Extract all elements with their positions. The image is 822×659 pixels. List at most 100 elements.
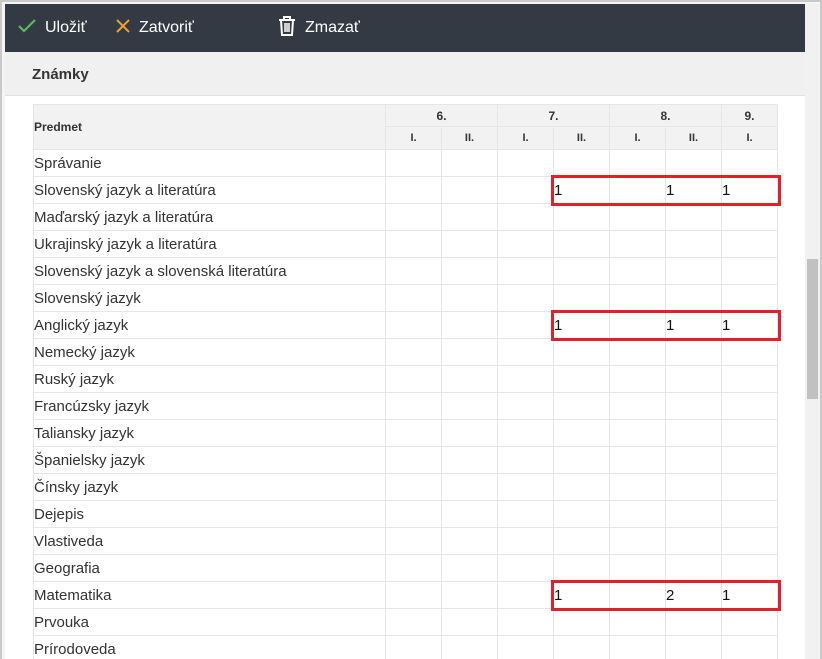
grade-cell[interactable] — [609, 608, 666, 636]
grade-cell[interactable] — [721, 257, 778, 285]
grade-cell[interactable] — [553, 527, 610, 555]
grade-cell[interactable] — [385, 527, 442, 555]
grade-cell[interactable]: 1 — [721, 581, 778, 609]
grade-cell[interactable] — [721, 230, 778, 258]
grade-cell[interactable] — [609, 257, 666, 285]
grade-cell[interactable] — [609, 176, 666, 204]
grade-cell[interactable] — [665, 500, 722, 528]
grade-cell[interactable] — [385, 446, 442, 474]
grade-cell[interactable]: 1 — [553, 581, 610, 609]
grade-cell[interactable] — [441, 149, 498, 177]
grade-cell[interactable] — [609, 230, 666, 258]
grade-cell[interactable] — [385, 284, 442, 312]
grade-cell[interactable] — [441, 176, 498, 204]
grade-cell[interactable] — [609, 635, 666, 659]
grade-cell[interactable]: 1 — [721, 176, 778, 204]
grade-cell[interactable] — [441, 230, 498, 258]
scrollbar-thumb[interactable] — [807, 259, 818, 399]
grade-cell[interactable] — [721, 473, 778, 501]
grade-cell[interactable] — [721, 365, 778, 393]
grade-cell[interactable] — [497, 419, 554, 447]
grade-cell[interactable] — [553, 473, 610, 501]
grade-cell[interactable] — [665, 338, 722, 366]
grade-cell[interactable] — [553, 338, 610, 366]
grade-cell[interactable] — [721, 149, 778, 177]
grade-cell[interactable] — [553, 392, 610, 420]
grade-cell[interactable] — [385, 257, 442, 285]
grade-cell[interactable] — [441, 284, 498, 312]
grade-cell[interactable] — [385, 419, 442, 447]
grade-cell[interactable] — [721, 284, 778, 312]
grade-cell[interactable] — [497, 635, 554, 659]
grade-cell[interactable]: 1 — [665, 311, 722, 339]
grade-cell[interactable] — [609, 500, 666, 528]
grade-cell[interactable] — [497, 149, 554, 177]
grade-cell[interactable] — [609, 149, 666, 177]
grade-cell[interactable] — [609, 419, 666, 447]
grade-cell[interactable] — [665, 608, 722, 636]
grade-cell[interactable] — [441, 608, 498, 636]
grade-cell[interactable] — [385, 635, 442, 659]
grade-cell[interactable] — [441, 365, 498, 393]
grade-cell[interactable] — [609, 338, 666, 366]
grade-cell[interactable] — [665, 419, 722, 447]
grade-cell[interactable] — [441, 257, 498, 285]
grade-cell[interactable] — [609, 446, 666, 474]
grade-cell[interactable] — [497, 446, 554, 474]
grade-cell[interactable] — [553, 419, 610, 447]
grade-cell[interactable] — [553, 257, 610, 285]
grade-cell[interactable] — [497, 500, 554, 528]
grade-cell[interactable] — [497, 284, 554, 312]
delete-button[interactable]: Zmazať — [277, 4, 360, 52]
grade-cell[interactable] — [385, 500, 442, 528]
grade-cell[interactable] — [721, 338, 778, 366]
grade-cell[interactable] — [553, 554, 610, 582]
grade-cell[interactable] — [665, 527, 722, 555]
grade-cell[interactable] — [385, 176, 442, 204]
grade-cell[interactable] — [721, 527, 778, 555]
grade-cell[interactable] — [609, 473, 666, 501]
grade-cell[interactable] — [441, 635, 498, 659]
vertical-scrollbar[interactable] — [805, 4, 820, 659]
grade-cell[interactable] — [441, 338, 498, 366]
grade-cell[interactable] — [441, 581, 498, 609]
grade-cell[interactable] — [441, 419, 498, 447]
grade-cell[interactable]: 1 — [721, 311, 778, 339]
grade-cell[interactable] — [385, 581, 442, 609]
grade-cell[interactable] — [609, 365, 666, 393]
grade-cell[interactable] — [497, 392, 554, 420]
grade-cell[interactable] — [721, 392, 778, 420]
grade-cell[interactable] — [553, 446, 610, 474]
save-button[interactable]: Uložiť — [17, 4, 87, 52]
grade-cell[interactable] — [441, 473, 498, 501]
grade-cell[interactable] — [609, 203, 666, 231]
grade-cell[interactable] — [385, 608, 442, 636]
grade-cell[interactable] — [385, 149, 442, 177]
grade-cell[interactable] — [721, 419, 778, 447]
grade-cell[interactable] — [553, 230, 610, 258]
grade-cell[interactable] — [553, 365, 610, 393]
grade-cell[interactable] — [665, 257, 722, 285]
grade-cell[interactable] — [553, 203, 610, 231]
grade-cell[interactable] — [497, 257, 554, 285]
grade-cell[interactable] — [721, 446, 778, 474]
grade-cell[interactable] — [665, 635, 722, 659]
grade-cell[interactable] — [609, 527, 666, 555]
close-button[interactable]: Zatvoriť — [115, 4, 194, 52]
grade-cell[interactable] — [721, 608, 778, 636]
grade-cell[interactable] — [553, 608, 610, 636]
grade-cell[interactable]: 1 — [553, 311, 610, 339]
grade-cell[interactable] — [609, 284, 666, 312]
grade-cell[interactable] — [385, 230, 442, 258]
grade-cell[interactable] — [385, 338, 442, 366]
grade-cell[interactable] — [665, 554, 722, 582]
grade-cell[interactable] — [441, 446, 498, 474]
grade-cell[interactable] — [385, 365, 442, 393]
grade-cell[interactable] — [497, 608, 554, 636]
grade-cell[interactable] — [497, 230, 554, 258]
grade-cell[interactable] — [497, 176, 554, 204]
grade-cell[interactable] — [385, 311, 442, 339]
grade-cell[interactable] — [385, 392, 442, 420]
grade-cell[interactable] — [553, 500, 610, 528]
grade-cell[interactable] — [665, 284, 722, 312]
